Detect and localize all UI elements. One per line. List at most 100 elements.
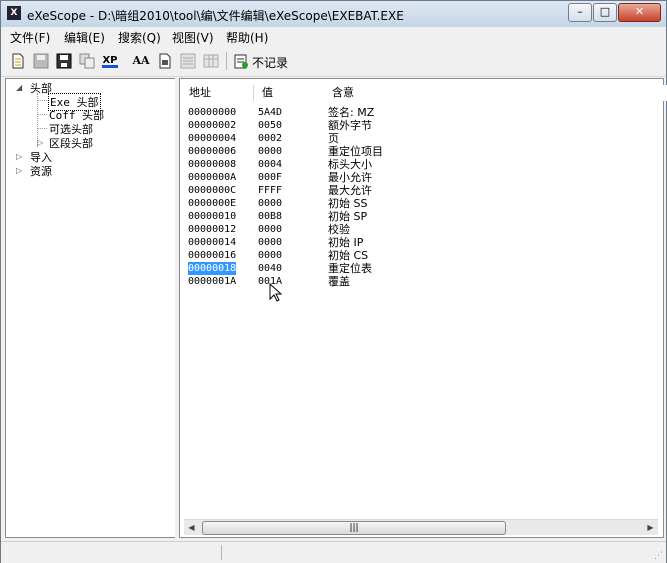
cell-address: 00000012 [188, 224, 237, 235]
expand-icon[interactable]: ▷ [16, 152, 22, 161]
tree-connector [37, 100, 47, 101]
font-icon[interactable]: AA [131, 53, 151, 69]
cell-value: 00B8 [258, 211, 283, 222]
tree-node-resource[interactable]: 资源 [30, 163, 52, 179]
collapse-icon[interactable]: ◢ [16, 83, 22, 92]
compare-icon[interactable] [180, 53, 196, 69]
cell-address: 0000000E [188, 198, 237, 209]
cell-value: 0000 [258, 198, 283, 209]
table-row[interactable]: 00000008 0004 标头大小 [188, 158, 648, 171]
cell-meaning: 初始 SP [328, 210, 368, 223]
tree-connector [37, 128, 47, 129]
table-row[interactable]: 00000006 0000 重定位项目 [188, 145, 648, 158]
cell-address: 00000002 [188, 120, 237, 131]
record-icon[interactable] [233, 53, 249, 69]
no-record-label[interactable]: 不记录 [252, 54, 288, 71]
cell-value: FFFF [258, 185, 283, 196]
pane-splitter[interactable] [175, 78, 178, 538]
save-as-icon[interactable] [56, 53, 72, 69]
cell-meaning: 页 [328, 132, 339, 145]
close-button[interactable]: ✕ [618, 3, 661, 22]
cell-meaning: 重定位项目 [328, 145, 383, 158]
table-row[interactable]: 00000002 0050 额外字节 [188, 119, 648, 132]
cell-meaning: 最大允许 [328, 184, 372, 197]
minimize-button[interactable]: – [568, 3, 592, 22]
xp-icon[interactable]: XP [102, 53, 118, 69]
mouse-cursor-icon [269, 282, 283, 308]
cell-address: 00000018 [188, 262, 237, 275]
table-row[interactable]: 0000000A 000F 最小允许 [188, 171, 648, 184]
table-row[interactable]: 00000010 00B8 初始 SP [188, 210, 648, 223]
expand-icon[interactable]: ▷ [37, 138, 43, 147]
cell-value: 0004 [258, 159, 283, 170]
cell-value: 0000 [258, 224, 283, 235]
menu-search[interactable]: 搜索(Q) [118, 29, 161, 46]
detail-list[interactable]: 地址 值 含意 00000000 5A4D 签名: MZ 00000002 0050 额外… [179, 78, 667, 538]
scroll-thumb[interactable]: ||| [202, 521, 506, 535]
cell-meaning: 标头大小 [328, 158, 372, 171]
cell-address: 00000006 [188, 146, 237, 157]
column-meaning[interactable]: 含意 [324, 85, 667, 101]
cell-address: 00000016 [188, 250, 237, 261]
cell-meaning: 覆盖 [328, 275, 350, 288]
copy-icon[interactable] [79, 53, 95, 69]
cell-meaning: 额外字节 [328, 119, 372, 132]
table-row[interactable]: 00000004 0002 页 [188, 132, 648, 145]
tree-connector [37, 114, 47, 115]
status-bar: ⋰ [1, 541, 666, 563]
horizontal-scrollbar[interactable]: ◀ ||| ▶ [184, 519, 658, 535]
menu-help[interactable]: 帮助(H) [226, 29, 268, 46]
cell-meaning: 签名: MZ [328, 106, 375, 119]
cell-value: 0050 [258, 120, 283, 131]
toolbar-separator [226, 52, 227, 70]
menu-file[interactable]: 文件(F) [10, 29, 50, 46]
resource-icon[interactable] [157, 53, 173, 69]
cell-address: 00000010 [188, 211, 237, 222]
table-row[interactable]: 0000001A 001A 覆盖 [188, 275, 648, 288]
cell-value: 0002 [258, 133, 283, 144]
table-row[interactable]: 00000012 0000 校验 [188, 223, 648, 236]
table-row[interactable]: 0000000C FFFF 最大允许 [188, 184, 648, 197]
title-bar[interactable]: X eXeScope - D:\暗组2010\tool\编\文件编辑\eXeSc… [1, 1, 666, 27]
cell-address: 0000001A [188, 276, 237, 287]
app-window: X eXeScope - D:\暗组2010\tool\编\文件编辑\eXeSc… [0, 0, 667, 563]
column-address[interactable]: 地址 [184, 85, 254, 101]
window-title: eXeScope - D:\暗组2010\tool\编\文件编辑\eXeScop… [27, 9, 404, 23]
table-row[interactable]: 00000014 0000 初始 IP [188, 236, 648, 249]
save-icon[interactable] [33, 53, 49, 69]
cell-meaning: 初始 IP [328, 236, 364, 249]
table-row[interactable]: 0000000E 0000 初始 SS [188, 197, 648, 210]
cell-address: 00000014 [188, 237, 237, 248]
cell-address: 00000004 [188, 133, 237, 144]
cell-address: 00000000 [188, 107, 237, 118]
menu-bar: 文件(F) 编辑(E) 搜索(Q) 视图(V) 帮助(H) [1, 27, 666, 46]
table-row[interactable]: 00000018 0040 重定位表 [188, 262, 648, 275]
table-row[interactable]: 00000016 0000 初始 CS [188, 249, 648, 262]
menu-view[interactable]: 视图(V) [172, 29, 214, 46]
resize-grip-icon[interactable]: ⋰ [654, 551, 663, 561]
cell-meaning: 校验 [328, 223, 350, 236]
cell-value: 0040 [258, 263, 283, 274]
scroll-right-icon[interactable]: ▶ [643, 520, 658, 535]
cell-value: 0000 [258, 250, 283, 261]
table-row[interactable]: 00000000 5A4D 签名: MZ [188, 106, 648, 119]
cell-value: 000F [258, 172, 283, 183]
scroll-left-icon[interactable]: ◀ [184, 520, 199, 535]
menu-edit[interactable]: 编辑(E) [64, 29, 105, 46]
app-icon: X [7, 6, 21, 20]
cell-meaning: 最小允许 [328, 171, 372, 184]
column-value[interactable]: 值 [254, 85, 331, 101]
cell-value: 0000 [258, 237, 283, 248]
list-header: 地址 值 含意 [184, 85, 667, 102]
cell-meaning: 重定位表 [328, 262, 372, 275]
tree-pane[interactable]: ◢ 头部 Exe 头部 Coff 头部 可选头部 ▷ 区段头部 ▷ 导入 ▷ 资… [5, 78, 176, 538]
tree-node-section-header[interactable]: 区段头部 [49, 135, 93, 151]
maximize-button[interactable]: □ [593, 3, 617, 22]
cell-meaning: 初始 SS [328, 197, 368, 210]
status-separator [221, 545, 222, 560]
cell-meaning: 初始 CS [328, 249, 369, 262]
grid-icon[interactable] [203, 53, 219, 69]
cell-address: 0000000C [188, 185, 237, 196]
expand-icon[interactable]: ▷ [16, 166, 22, 175]
new-file-icon[interactable] [10, 53, 26, 69]
